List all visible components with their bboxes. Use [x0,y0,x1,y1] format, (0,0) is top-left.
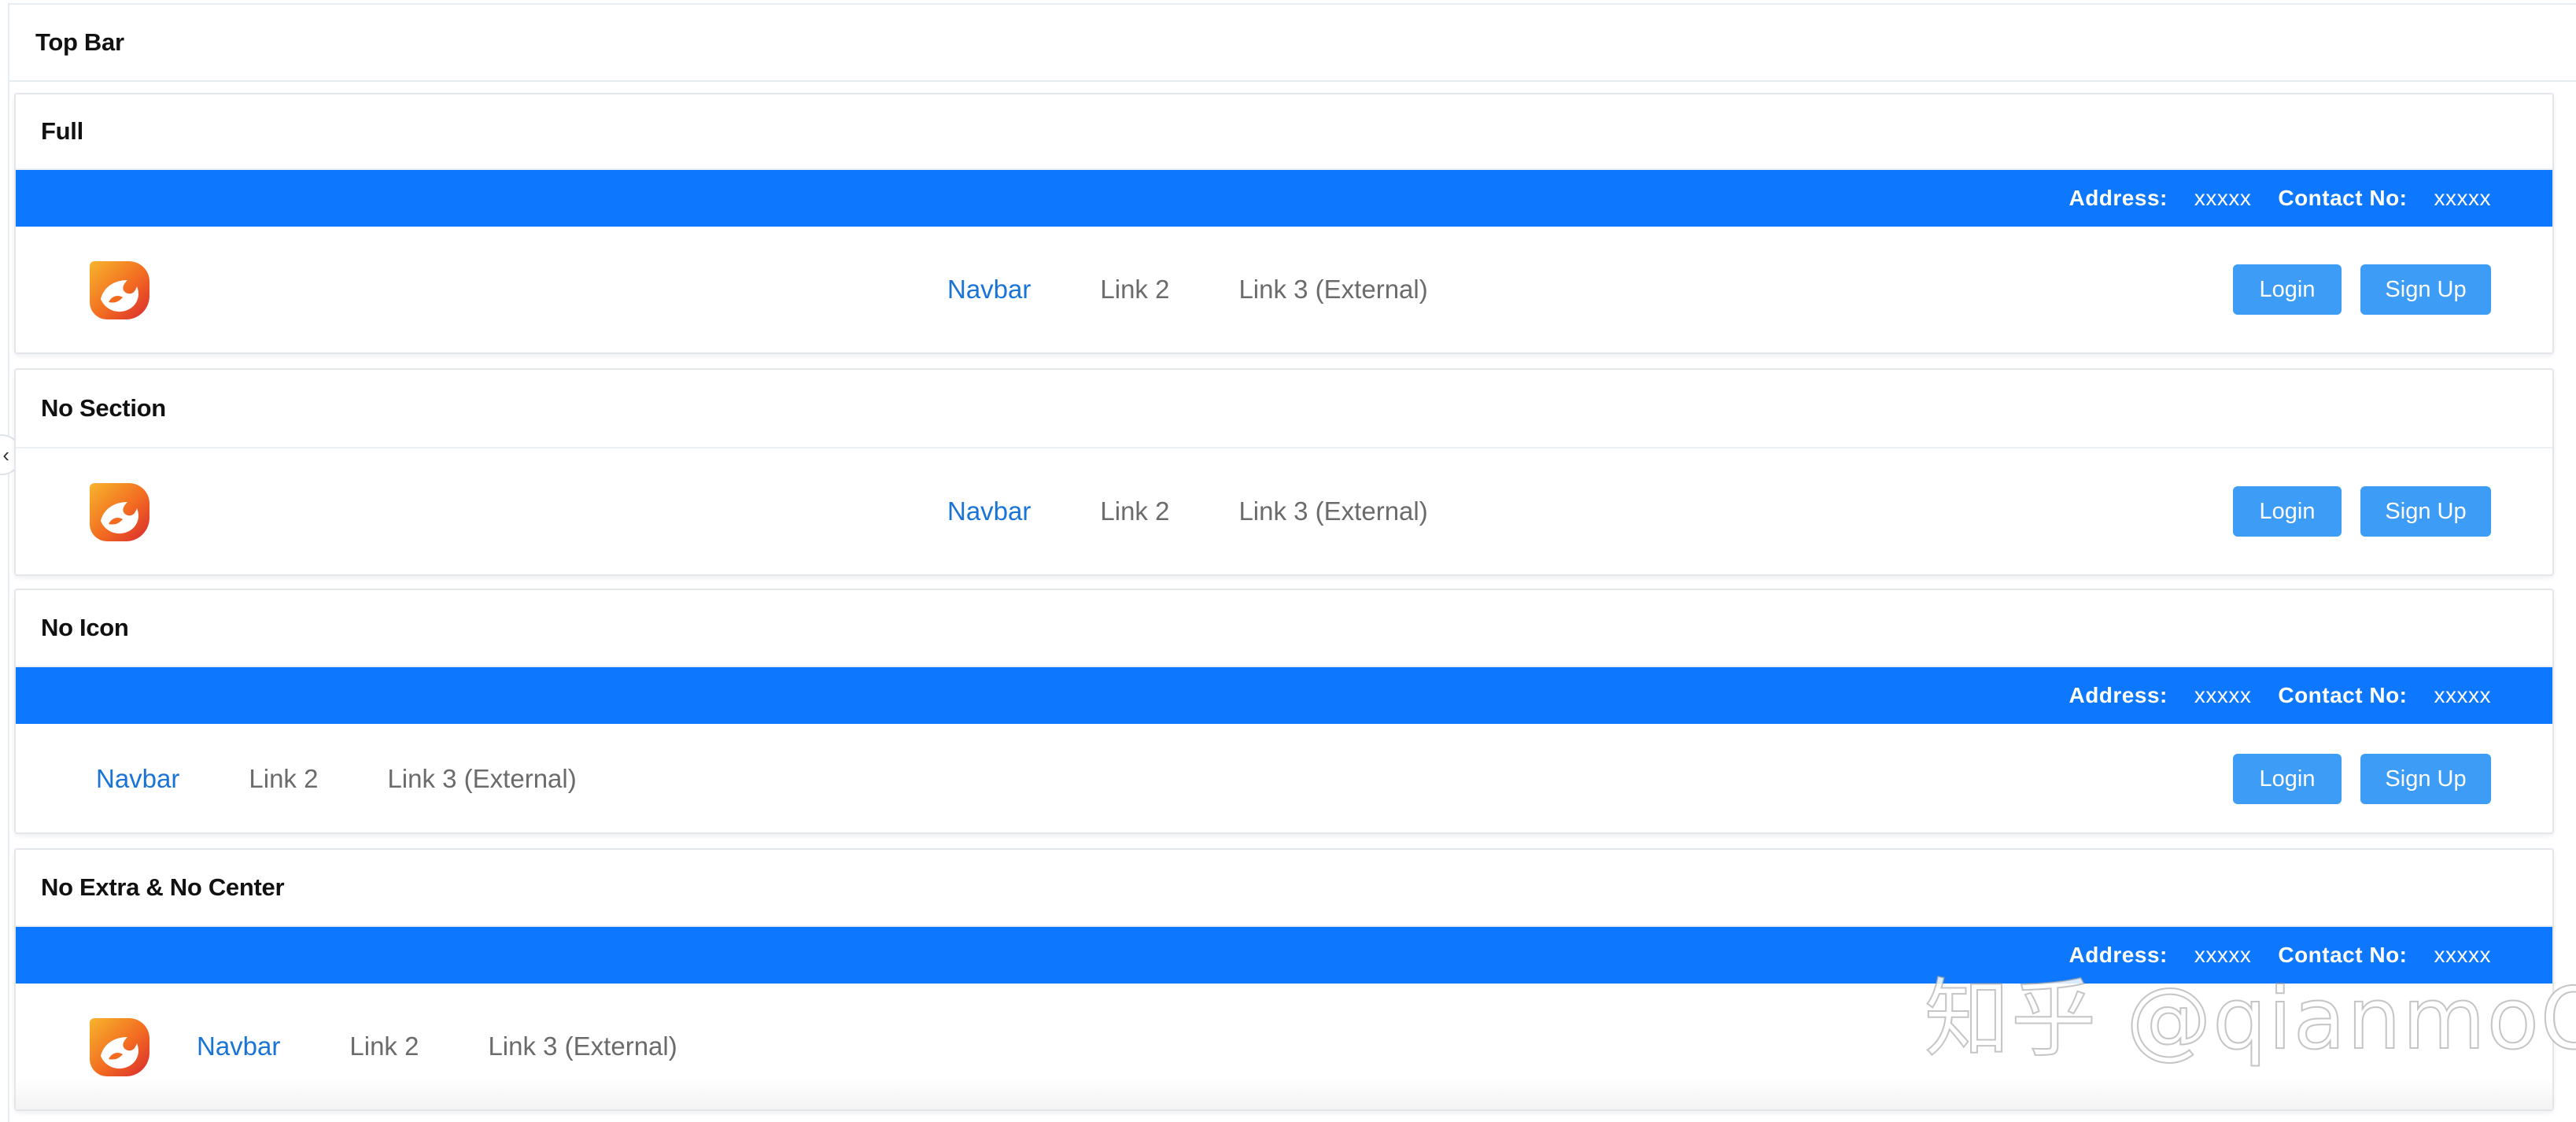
card-title: No Extra & No Center [41,873,285,901]
card-no-extra-no-center: No Extra & No Center Address: xxxxx Cont… [14,848,2554,1111]
login-button[interactable]: Login [2233,486,2342,537]
nav-link-2[interactable]: Link 2 [349,1032,419,1061]
panel-header: Top Bar [9,5,2576,82]
address-label: Address: [2069,683,2168,707]
info-bar: Address: xxxxx Contact No: xxxxx [16,667,2552,724]
card-title: No Icon [41,614,129,641]
nav-link-navbar[interactable]: Navbar [96,764,179,794]
nav-links: Navbar Link 2 Link 3 (External) [96,764,577,794]
card-no-icon: No Icon Address: xxxxx Contact No: xxxxx… [14,589,2554,834]
info-bar: Address: xxxxx Contact No: xxxxx [16,170,2552,227]
page-title: Top Bar [35,28,124,56]
address-value: xxxxx [2194,186,2252,210]
nav-links: Navbar Link 2 Link 3 (External) [947,275,1428,304]
login-button[interactable]: Login [2233,264,2342,315]
contact-label: Contact No: [2278,186,2408,210]
info-bar: Address: xxxxx Contact No: xxxxx [16,927,2552,984]
contact-value: xxxxx [2434,943,2491,967]
card-header: No Section [16,370,2552,448]
nav-links: Navbar Link 2 Link 3 (External) [197,1032,677,1061]
nav-link-2[interactable]: Link 2 [249,764,318,794]
navbar: Navbar Link 2 Link 3 (External) [16,984,2552,1109]
contact-label: Contact No: [2278,943,2408,967]
card-header: No Extra & No Center [16,850,2552,927]
nav-link-3-external[interactable]: Link 3 (External) [387,764,576,794]
address-label: Address: [2069,186,2168,210]
navbar: Navbar Link 2 Link 3 (External) Login Si… [16,448,2552,574]
nav-link-3-external[interactable]: Link 3 (External) [1238,275,1427,304]
nav-links: Navbar Link 2 Link 3 (External) [947,496,1428,526]
card-header: No Icon [16,590,2552,667]
nav-link-3-external[interactable]: Link 3 (External) [1238,496,1427,526]
nav-link-navbar[interactable]: Navbar [947,496,1031,526]
contact-value: xxxxx [2434,186,2491,210]
nav-link-2[interactable]: Link 2 [1100,275,1169,304]
sign-up-button[interactable]: Sign Up [2360,486,2491,537]
address-value: xxxxx [2194,943,2252,967]
card-full: Full Address: xxxxx Contact No: xxxxx Na… [14,93,2554,354]
card-title: Full [41,117,83,145]
card-header: Full [16,94,2552,170]
contact-value: xxxxx [2434,683,2491,707]
address-label: Address: [2069,943,2168,967]
navbar: Navbar Link 2 Link 3 (External) Login Si… [16,724,2552,832]
address-value: xxxxx [2194,683,2252,707]
login-button[interactable]: Login [2233,754,2342,804]
nav-actions: Login Sign Up [2233,754,2491,804]
nav-actions: Login Sign Up [2233,486,2491,537]
sign-up-button[interactable]: Sign Up [2360,754,2491,804]
navbar: Navbar Link 2 Link 3 (External) Login Si… [16,227,2552,352]
nav-link-2[interactable]: Link 2 [1100,496,1169,526]
fox-flame-logo-icon[interactable] [85,257,151,323]
nav-link-navbar[interactable]: Navbar [947,275,1031,304]
card-no-section: No Section Navbar Link 2 Link 3 (Externa… [14,368,2554,576]
contact-label: Contact No: [2278,683,2408,707]
sign-up-button[interactable]: Sign Up [2360,264,2491,315]
nav-link-navbar[interactable]: Navbar [197,1032,280,1061]
card-title: No Section [41,394,166,422]
nav-actions: Login Sign Up [2233,264,2491,315]
fox-flame-logo-icon[interactable] [85,478,151,544]
nav-link-3-external[interactable]: Link 3 (External) [488,1032,677,1061]
fox-flame-logo-icon[interactable] [85,1013,151,1080]
